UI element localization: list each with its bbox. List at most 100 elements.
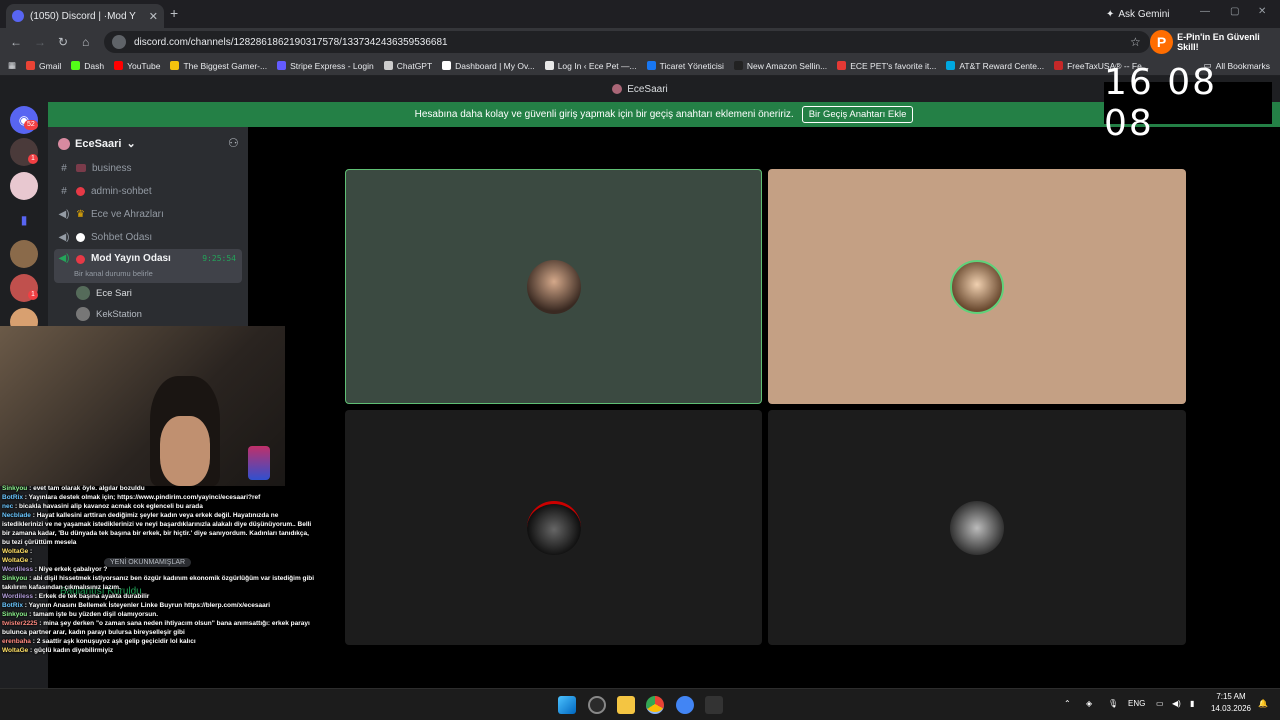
voice-user[interactable]: KekStation	[76, 305, 142, 323]
chat-message: BotRix : Yayının Anasını Bellemek İsteye…	[2, 602, 271, 609]
user-name: Ece Sari	[96, 287, 132, 299]
server-badge: 1	[28, 290, 38, 300]
site-info-icon[interactable]	[112, 35, 126, 49]
speaker-icon: ◀)	[58, 208, 70, 220]
new-tab-icon[interactable]: +	[170, 5, 178, 21]
bookmark-dashboard[interactable]: Dashboard | My Ov...	[442, 61, 535, 71]
chat-user: Wordiless	[2, 566, 33, 573]
chat-message: erenbaha : 2 saattir aşk konuşuyoz aşk g…	[2, 638, 196, 645]
participant-tile[interactable]	[768, 169, 1186, 404]
add-member-icon[interactable]: ⚇	[228, 136, 239, 150]
volume-icon[interactable]: ◀)	[1172, 699, 1181, 708]
bookmark-ticaret[interactable]: Ticaret Yöneticisi	[646, 61, 724, 71]
bookmark-label: AT&T Reward Cente...	[959, 60, 1045, 71]
chat-user: Necblade	[2, 512, 31, 519]
record-icon	[76, 255, 85, 264]
bookmark-stripe[interactable]: Stripe Express - Login	[277, 61, 374, 71]
chat-message: Sinkyou : tamam işte bu yüzden dişil ola…	[2, 611, 159, 618]
server-icon[interactable]	[10, 240, 38, 268]
chat-message: WoltaGe :	[2, 548, 33, 555]
server-header[interactable]: EceSaari ⌄	[58, 137, 136, 150]
bookmark-dash[interactable]: Dash	[71, 61, 104, 71]
url-text: discord.com/channels/1282861862190317578…	[134, 36, 448, 48]
start-icon[interactable]	[558, 696, 576, 714]
chat-user: erenbaha	[2, 638, 31, 645]
channel-admin-sohbet[interactable]: # admin-sohbet	[58, 181, 242, 201]
bookmarks-bar: ▦ Gmail Dash YouTube The Biggest Gamer-.…	[0, 56, 1280, 76]
discord-title-strip: EceSaari	[0, 76, 1280, 102]
notification-icon[interactable]: 🔔	[1258, 699, 1268, 708]
chat-text: bicakla havasini alip kavanoz acmak cok …	[18, 503, 203, 510]
participant-tile[interactable]	[345, 169, 762, 404]
language-indicator[interactable]: ENG	[1128, 699, 1145, 708]
maximize-icon[interactable]: ▢	[1230, 6, 1239, 17]
youtube-icon	[114, 61, 124, 70]
server-icon[interactable]	[10, 172, 38, 200]
taskbar-date[interactable]: 14.03.2026	[1210, 704, 1252, 713]
bookmark-login[interactable]: Log In ‹ Ece Pet —...	[544, 61, 637, 71]
taskbar-time[interactable]: 7:15 AM	[1212, 692, 1250, 701]
app-icon[interactable]	[588, 696, 606, 714]
chat-text: tamam işte bu yüzden dişil olamıyorsun.	[33, 611, 159, 618]
participant-tile[interactable]	[345, 410, 762, 645]
passkey-notice: Hesabına daha kolay ve güvenli giriş yap…	[48, 102, 1280, 127]
minimize-icon[interactable]: —	[1200, 6, 1210, 17]
back-icon[interactable]: ←	[10, 35, 22, 49]
channel-mod-yayin-odasi[interactable]: ◀) Mod Yayın Odası 9:25:54 Bir kanal dur…	[54, 249, 242, 283]
battery-icon[interactable]: ▮	[1190, 699, 1194, 708]
address-bar[interactable]: discord.com/channels/1282861862190317578…	[104, 31, 1150, 53]
google-icon[interactable]	[676, 696, 694, 714]
server-name: EceSaari	[75, 137, 122, 150]
network-icon[interactable]: ▭	[1156, 699, 1164, 708]
add-passkey-button[interactable]: Bir Geçiş Anahtarı Ekle	[801, 106, 914, 123]
file-explorer-icon[interactable]	[617, 696, 635, 714]
chat-text: abi dişil hissetmek istiyorsanız ben özg…	[2, 575, 315, 591]
microphone-icon[interactable]: 🎙	[1108, 699, 1118, 708]
bookmark-amazon[interactable]: New Amazon Sellin...	[733, 61, 827, 71]
chat-message: Wordiless : Niye erkek çabalıyor ?	[2, 566, 108, 573]
folder-icon[interactable]: ▮	[10, 206, 38, 234]
tray-icon[interactable]: ◈	[1086, 699, 1092, 708]
hash-icon: #	[61, 162, 67, 174]
no-entry-icon	[76, 186, 85, 196]
tab-title: (1050) Discord | ·Mod Y	[30, 10, 136, 22]
browser-tab-bar: (1050) Discord | ·Mod Y ✕ + ✦ Ask Gemini…	[0, 0, 1280, 28]
close-tab-icon[interactable]: ✕	[149, 10, 158, 23]
ask-gemini-button[interactable]: ✦ Ask Gemini	[1106, 6, 1170, 22]
chat-message: Wordiless : Erkek de tek başına ayakta d…	[2, 593, 150, 600]
bookmark-star-icon[interactable]: ☆	[1130, 35, 1141, 49]
site-icon	[442, 61, 452, 70]
profile-avatar: P	[1150, 30, 1174, 54]
chat-text: Erkek de tek başına ayakta durabilir	[38, 593, 150, 600]
apps-icon[interactable]: ▦	[8, 60, 16, 71]
browser-tab[interactable]: (1050) Discord | ·Mod Y ✕	[6, 4, 164, 28]
channel-ece-ve-ahrazlari[interactable]: ◀) ♛ Ece ve Ahrazları	[58, 204, 242, 224]
stream-chat-overlay: Sinkyou : evet tam olarak öyle. algılar …	[0, 484, 320, 720]
channel-name: business	[92, 162, 132, 174]
bookmark-gmail[interactable]: Gmail	[26, 61, 61, 71]
reload-icon[interactable]: ↻	[58, 35, 68, 49]
home-icon[interactable]: ⌂	[82, 35, 89, 49]
forward-icon[interactable]: →	[34, 35, 46, 49]
chevron-up-icon[interactable]: ⌃	[1064, 699, 1071, 708]
stream-clock: 16 08 08	[1104, 62, 1272, 144]
chat-bubble-icon	[76, 232, 85, 242]
channel-status-hint[interactable]: Bir kanal durumu belirle	[74, 269, 153, 278]
chat-message: Necblade : Hayat kallesini arttiran dedi…	[2, 512, 312, 546]
bookmark-ecepet[interactable]: ECE PET's favorite it...	[837, 61, 936, 71]
app-icon[interactable]	[705, 696, 723, 714]
profile-chip[interactable]: P E-Pin'in En Güvenli Skill!	[1150, 30, 1280, 54]
chrome-icon[interactable]	[646, 696, 664, 714]
bookmark-chatgpt[interactable]: ChatGPT	[383, 61, 432, 71]
profile-name: E-Pin'in En Güvenli Skill!	[1177, 32, 1260, 52]
channel-business[interactable]: # business	[58, 158, 242, 178]
bookmark-gamer[interactable]: The Biggest Gamer-...	[170, 61, 267, 71]
voice-user[interactable]: Ece Sari	[76, 284, 132, 302]
close-window-icon[interactable]: ✕	[1258, 6, 1266, 17]
channel-sohbet-odasi[interactable]: ◀) Sohbet Odası	[58, 227, 242, 247]
bookmark-youtube[interactable]: YouTube	[114, 61, 160, 71]
chatgpt-icon	[383, 61, 393, 70]
participant-tile[interactable]	[768, 410, 1186, 645]
chat-text: mina şey derken "o zaman sana neden ihti…	[2, 620, 310, 636]
bookmark-att[interactable]: AT&T Reward Cente...	[946, 61, 1044, 71]
